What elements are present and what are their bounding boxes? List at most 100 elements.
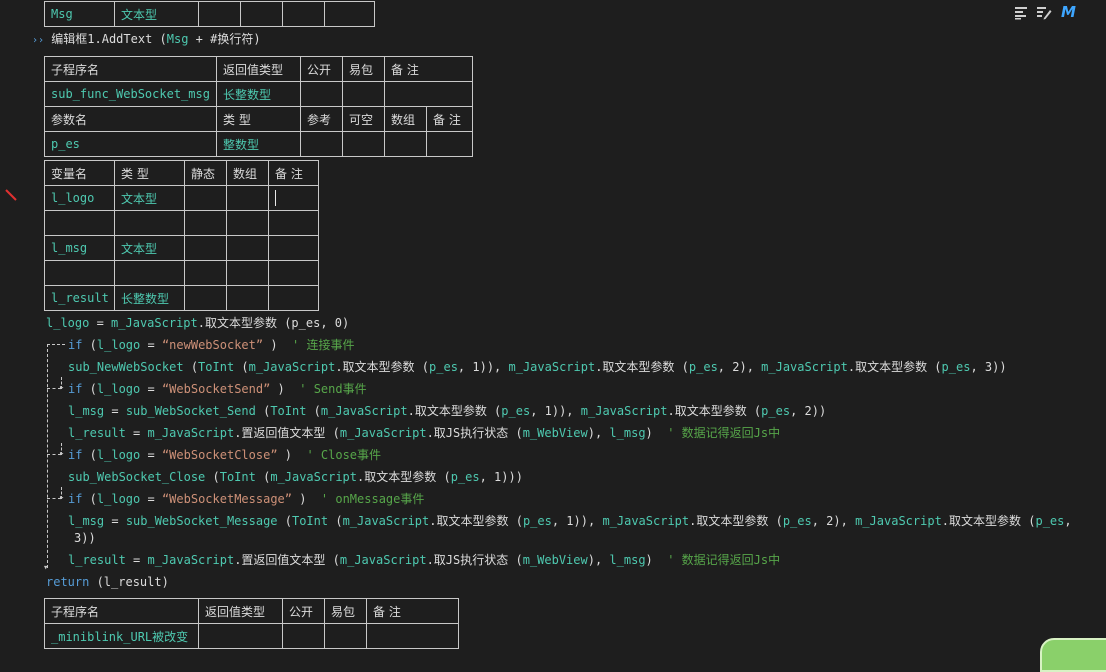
code-token: m_JavaScript (580, 404, 668, 418)
empty-cell[interactable] (184, 260, 227, 286)
code-token: ' 数据记得返回Js中 (660, 426, 781, 440)
code-token: = (140, 338, 162, 352)
code-line[interactable]: if (l_logo = “WebSocketClose” ) ' Close事… (68, 446, 381, 464)
var-name-cell[interactable]: l_msg (44, 235, 115, 261)
code-token: “newWebSocket” (161, 338, 264, 352)
sub-name-cell[interactable]: _miniblink_URL被改变 (44, 623, 199, 649)
header-param-remark: 备 注 (425, 106, 474, 132)
empty-cell[interactable] (226, 235, 269, 261)
addtext-code-line[interactable]: ›› 编辑框1.AddText (Msg + #换行符) (32, 30, 261, 48)
code-token: , 3)) (970, 360, 1007, 374)
empty-cell[interactable] (300, 81, 343, 107)
var-name-cell[interactable]: l_logo (44, 185, 115, 211)
empty-cell[interactable] (268, 210, 319, 236)
empty-cell[interactable] (282, 623, 325, 649)
prev-var-table: Msg 文本型 (44, 1, 375, 27)
code-token: ( (255, 404, 271, 418)
empty-cell[interactable] (184, 185, 227, 211)
empty-cell[interactable] (240, 1, 283, 27)
code-token: m_JavaScript (111, 316, 198, 330)
code-token: , 2), (717, 360, 762, 374)
empty-cell[interactable] (198, 1, 241, 27)
code-token: .取文本型参数 ( (357, 470, 451, 484)
empty-cell[interactable] (324, 623, 367, 649)
code-line[interactable]: if (l_logo = “WebSocketSend” ) ' Send事件 (68, 380, 367, 398)
code-line-wrap[interactable]: 3)) (74, 529, 96, 547)
empty-cell[interactable] (300, 131, 343, 157)
code-token: return (46, 575, 90, 589)
param-name-cell[interactable]: p_es (44, 131, 217, 157)
code-line[interactable]: return (l_result) (46, 573, 169, 591)
empty-cell[interactable] (384, 131, 427, 157)
code-token: , 2)) (790, 404, 827, 418)
empty-cell[interactable] (268, 260, 319, 286)
sub-name-cell[interactable]: sub_func_WebSocket_msg (44, 81, 217, 107)
var-type-cell[interactable] (114, 210, 185, 236)
code-token: .取文本型参数 (197, 316, 277, 330)
code-token: (l_result) (89, 575, 169, 589)
var-type-cell[interactable]: 文本型 (114, 1, 199, 27)
empty-cell[interactable] (342, 131, 385, 157)
empty-cell[interactable] (226, 185, 269, 211)
code-token: l_msg (68, 404, 105, 418)
code-token: p_es (941, 360, 971, 374)
empty-cell[interactable] (184, 210, 227, 236)
empty-cell[interactable] (425, 131, 474, 157)
empty-cell[interactable] (226, 285, 269, 311)
sub-return-type-cell[interactable]: 长整数型 (216, 81, 301, 107)
code-line[interactable]: l_logo = m_JavaScript.取文本型参数 (p_es, 0) (46, 314, 349, 332)
param-type-cell[interactable]: 整数型 (216, 131, 301, 157)
align-icon[interactable] (1014, 6, 1030, 20)
var-type-cell[interactable] (114, 260, 185, 286)
empty-cell[interactable] (383, 81, 474, 107)
code-line[interactable]: l_msg = sub_WebSocket_Message (ToInt (m_… (68, 512, 1072, 530)
code-token: = (125, 426, 148, 440)
empty-cell[interactable] (268, 285, 319, 311)
var-remark-cell[interactable] (268, 185, 319, 211)
empty-cell[interactable] (324, 1, 375, 27)
code-token: l_result (68, 426, 126, 440)
code-token: ) (277, 448, 300, 462)
code-token: sub_NewWebSocket (68, 360, 184, 374)
empty-cell[interactable] (184, 285, 227, 311)
code-token: p_es (501, 404, 531, 418)
code-line[interactable]: sub_WebSocket_Close (ToInt (m_JavaScript… (68, 468, 523, 486)
header-param-name: 参数名 (44, 106, 217, 132)
var-name-cell[interactable]: Msg (44, 1, 115, 27)
empty-cell[interactable] (342, 81, 385, 107)
header-var-remark: 备 注 (268, 160, 319, 186)
var-name-cell[interactable] (44, 210, 115, 236)
code-line[interactable]: if (l_logo = “newWebSocket” ) ' 连接事件 (68, 336, 354, 354)
var-type-cell[interactable]: 文本型 (114, 235, 185, 261)
empty-cell[interactable] (184, 235, 227, 261)
code-line[interactable]: if (l_logo = “WebSocketMessage” ) ' onMe… (68, 490, 424, 508)
code-token: ) (645, 426, 660, 440)
empty-cell[interactable] (226, 210, 269, 236)
code-token: ), (587, 426, 610, 440)
code-token: .取文本型参数 ( (407, 404, 502, 418)
code-token: m_JavaScript (339, 426, 427, 440)
empty-cell[interactable] (198, 623, 283, 649)
code-token: ( (152, 32, 167, 46)
code-token: p_es (522, 514, 552, 528)
empty-cell[interactable] (268, 235, 319, 261)
code-line[interactable]: l_result = m_JavaScript.置返回值文本型 (m_JavaS… (68, 551, 780, 569)
empty-cell[interactable] (365, 623, 460, 649)
m-logo-icon[interactable]: M (1061, 3, 1076, 21)
var-type-cell[interactable]: 文本型 (114, 185, 185, 211)
empty-cell[interactable] (226, 260, 269, 286)
code-line[interactable]: l_msg = sub_WebSocket_Send (ToInt (m_Jav… (68, 402, 826, 420)
var-type-cell[interactable]: 长整数型 (114, 285, 185, 311)
text-cursor (275, 190, 276, 206)
code-token: (p_es, 0) (276, 316, 350, 330)
flow-arrow-icon: ▸ (59, 449, 65, 459)
empty-cell[interactable] (282, 1, 325, 27)
edit-icon[interactable] (1036, 6, 1052, 20)
code-line[interactable]: sub_NewWebSocket (ToInt (m_JavaScript.取文… (68, 358, 1007, 376)
code-token: if (68, 382, 83, 396)
var-name-cell[interactable] (44, 260, 115, 286)
breakpoint-marker-icon[interactable] (4, 188, 18, 202)
code-line[interactable]: l_result = m_JavaScript.置返回值文本型 (m_JavaS… (68, 424, 780, 442)
code-token: m_JavaScript (761, 360, 848, 374)
var-name-cell[interactable]: l_result (44, 285, 115, 311)
